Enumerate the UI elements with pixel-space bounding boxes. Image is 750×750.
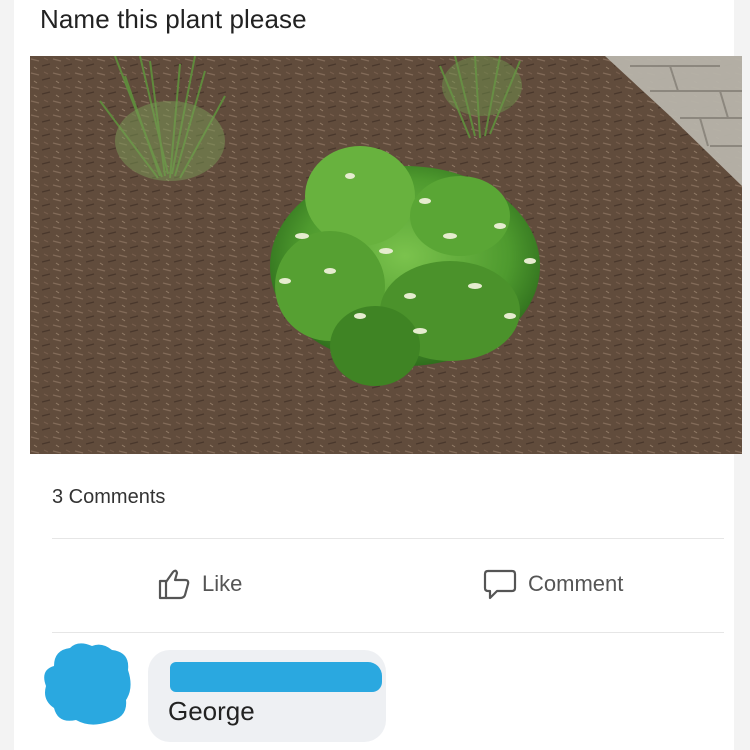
plant-photo <box>30 56 742 454</box>
divider <box>52 538 724 539</box>
divider <box>52 632 724 633</box>
commenter-name[interactable]: George <box>168 696 255 727</box>
comments-count[interactable]: 3 Comments <box>52 486 165 509</box>
post-photo[interactable] <box>30 56 742 454</box>
avatar[interactable] <box>40 640 134 726</box>
post-text: Name this plant please <box>40 4 307 34</box>
post-card: Name this plant please 3 Comments Like C… <box>14 0 742 750</box>
redaction-mark <box>170 662 382 692</box>
speech-bubble-icon <box>482 566 518 602</box>
like-button[interactable]: Like <box>156 566 242 602</box>
thumbs-up-icon <box>156 566 192 602</box>
comment-button[interactable]: Comment <box>482 566 623 602</box>
like-label: Like <box>202 571 243 596</box>
comment-label: Comment <box>528 571 624 596</box>
